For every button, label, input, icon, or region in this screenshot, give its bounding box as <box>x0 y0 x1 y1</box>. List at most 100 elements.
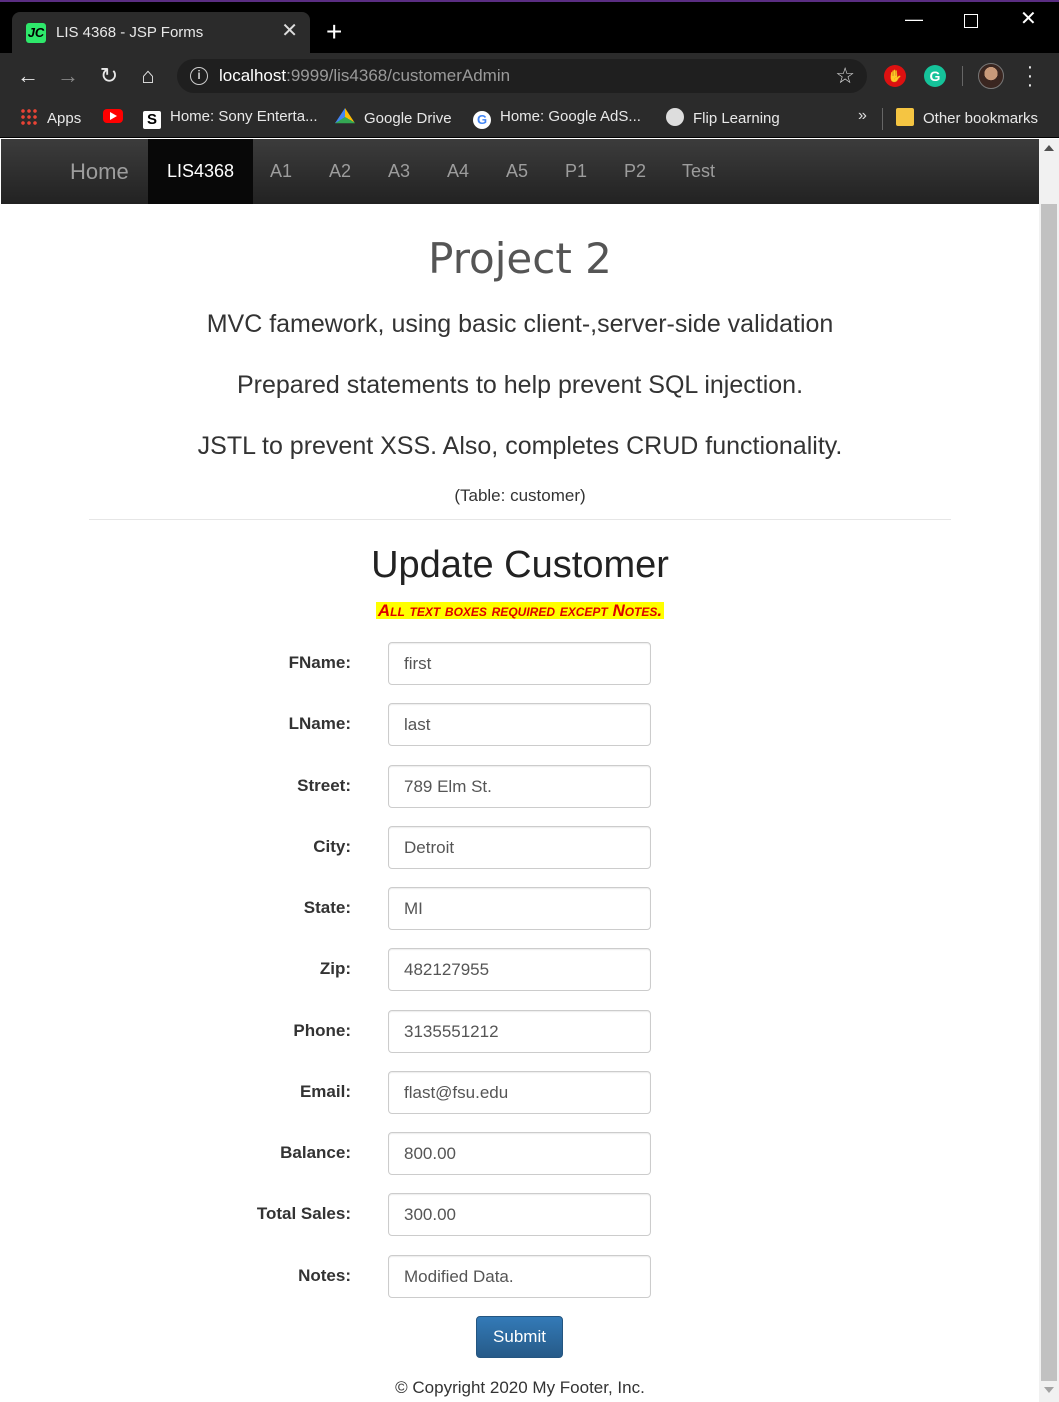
form-row-total-sales: Total Sales: <box>1 1193 1039 1236</box>
site-info-icon[interactable]: i <box>190 67 208 85</box>
nav-a1[interactable]: A1 <box>251 139 311 204</box>
browser-menu-icon[interactable]: · · · <box>1024 57 1036 95</box>
state-input[interactable] <box>388 887 651 930</box>
form-row-balance: Balance: <box>1 1132 1039 1175</box>
bookmark-google-drive[interactable]: Google Drive <box>335 108 452 128</box>
new-tab-icon[interactable]: + <box>326 18 342 46</box>
form-row-state: State: <box>1 887 1039 930</box>
phone-input[interactable] <box>388 1010 651 1053</box>
description-line-2: Prepared statements to help prevent SQL … <box>236 371 804 399</box>
bookmarks-divider <box>882 108 883 130</box>
scrollbar-thumb[interactable] <box>1041 204 1057 1381</box>
profile-avatar[interactable] <box>978 63 1004 89</box>
form-row-email: Email: <box>1 1071 1039 1114</box>
email-label: Email: <box>299 1082 351 1101</box>
more-bookmarks-icon[interactable]: » <box>858 107 867 125</box>
form-row-zip: Zip: <box>1 948 1039 991</box>
page-title: Project 2 <box>428 234 612 283</box>
form-row-lname: LName: <box>1 703 1039 746</box>
bookmark-youtube[interactable] <box>103 108 132 126</box>
balance-input[interactable] <box>388 1132 651 1175</box>
page-footer: © Copyright 2020 My Footer, Inc. <box>395 1378 645 1397</box>
reload-icon[interactable]: ↻ <box>95 62 123 90</box>
page-viewport: Home LIS4368 A1 A2 A3 A4 A5 P1 P2 Test P… <box>1 139 1039 1402</box>
lname-input[interactable] <box>388 703 651 746</box>
google-drive-icon <box>335 108 355 124</box>
window-minimize-icon[interactable]: — <box>905 10 923 28</box>
home-icon[interactable]: ⌂ <box>134 62 162 90</box>
lname-label: LName: <box>288 714 351 733</box>
back-arrow-icon[interactable]: ← <box>14 62 42 90</box>
url-text: localhost:9999/lis4368/customerAdmin <box>219 66 511 85</box>
window-maximize-icon[interactable] <box>964 14 978 28</box>
nav-test[interactable]: Test <box>663 139 734 204</box>
nav-p1[interactable]: P1 <box>546 139 606 204</box>
form-row-city: City: <box>1 826 1039 869</box>
bookmark-apps[interactable]: Apps <box>20 108 81 128</box>
browser-tab-bar: JC LIS 4368 - JSP Forms ✕ + — ✕ <box>0 0 1059 55</box>
fname-input[interactable] <box>388 642 651 685</box>
form-title: Update Customer <box>371 544 669 586</box>
nav-a2[interactable]: A2 <box>310 139 370 204</box>
youtube-icon <box>103 109 123 123</box>
folder-icon <box>896 108 914 126</box>
tab-favicon-icon: JC <box>26 23 46 43</box>
bookmark-other[interactable]: Other bookmarks <box>896 108 1038 128</box>
browser-tab[interactable]: JC LIS 4368 - JSP Forms ✕ <box>12 12 310 55</box>
nav-p2[interactable]: P2 <box>605 139 665 204</box>
nav-lis4368[interactable]: LIS4368 <box>148 139 254 204</box>
toolbar-divider <box>962 66 963 86</box>
street-label: Street: <box>297 776 351 795</box>
zip-input[interactable] <box>388 948 651 991</box>
email-input[interactable] <box>388 1071 651 1114</box>
balance-label: Balance: <box>280 1143 351 1162</box>
notes-label: Notes: <box>298 1266 351 1285</box>
city-input[interactable] <box>388 826 651 869</box>
google-icon: G <box>473 111 491 129</box>
main-content: Project 2 MVC famework, using basic clie… <box>1 235 1039 621</box>
total-sales-label: Total Sales: <box>256 1204 351 1223</box>
nav-home[interactable]: Home <box>51 139 148 204</box>
browser-toolbar: ← → ↻ ⌂ i localhost:9999/lis4368/custome… <box>0 53 1059 100</box>
grammarly-extension-icon[interactable]: G <box>924 65 946 87</box>
site-navbar: Home LIS4368 A1 A2 A3 A4 A5 P1 P2 Test <box>1 139 1039 204</box>
nav-a4[interactable]: A4 <box>428 139 488 204</box>
required-note: All text boxes required except Notes. <box>375 601 665 620</box>
notes-input[interactable] <box>388 1255 651 1298</box>
bookmarks-bar: Apps S Home: Sony Enterta... Google Drive… <box>0 100 1059 138</box>
nav-a3[interactable]: A3 <box>369 139 429 204</box>
submit-button[interactable]: Submit <box>476 1316 563 1358</box>
form-row-notes: Notes: <box>1 1255 1039 1298</box>
forward-arrow-icon[interactable]: → <box>54 62 82 90</box>
form-row-street: Street: <box>1 765 1039 808</box>
bookmark-star-icon[interactable]: ☆ <box>835 63 855 89</box>
adblock-extension-icon[interactable]: ✋ <box>884 65 906 87</box>
fname-label: FName: <box>288 653 351 672</box>
form-row-phone: Phone: <box>1 1010 1039 1053</box>
phone-label: Phone: <box>293 1021 351 1040</box>
tab-close-icon[interactable]: ✕ <box>281 21 298 41</box>
apps-icon <box>20 108 38 126</box>
city-label: City: <box>313 837 351 856</box>
divider <box>89 519 951 520</box>
address-bar[interactable]: i localhost:9999/lis4368/customerAdmin ☆ <box>177 59 867 93</box>
bookmark-google-ads[interactable]: G Home: Google AdS... <box>473 108 641 129</box>
vertical-scrollbar[interactable] <box>1039 139 1059 1402</box>
description-line-3: JSTL to prevent XSS. Also, completes CRU… <box>197 432 843 460</box>
state-label: State: <box>303 898 351 917</box>
nav-a5[interactable]: A5 <box>487 139 547 204</box>
zip-label: Zip: <box>319 959 351 978</box>
tab-title: LIS 4368 - JSP Forms <box>56 24 204 41</box>
street-input[interactable] <box>388 765 651 808</box>
scroll-up-arrow-icon[interactable] <box>1044 145 1054 151</box>
bookmark-sony[interactable]: S Home: Sony Enterta... <box>143 108 318 129</box>
form-row-fname: FName: <box>1 642 1039 685</box>
scroll-down-arrow-icon[interactable] <box>1044 1387 1054 1393</box>
description-line-1: MVC famework, using basic client-,server… <box>206 310 834 338</box>
window-close-icon[interactable]: ✕ <box>1020 9 1037 29</box>
bookmark-flip-learning[interactable]: Flip Learning <box>666 108 780 128</box>
sony-icon: S <box>143 111 161 129</box>
table-note: (Table: customer) <box>454 486 586 505</box>
total-sales-input[interactable] <box>388 1193 651 1236</box>
globe-icon <box>666 108 684 126</box>
